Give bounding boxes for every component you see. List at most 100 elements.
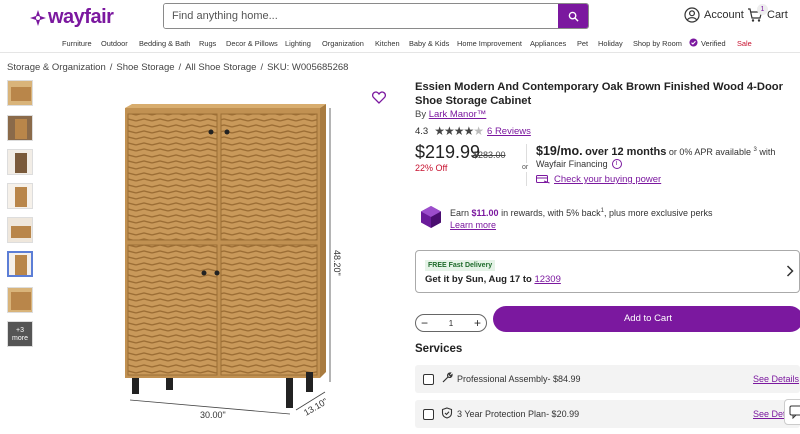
finance-with: with xyxy=(759,147,776,157)
breadcrumb-separator: / xyxy=(260,62,264,73)
breadcrumb-separator: / xyxy=(109,62,113,73)
add-to-cart-button[interactable]: Add to Cart xyxy=(493,306,800,332)
finance-apr: or 0% APR available xyxy=(668,147,751,157)
rewards-text-post: , plus more exclusive perks xyxy=(603,208,713,218)
service-checkbox[interactable] xyxy=(423,374,434,385)
gallery-thumbnail[interactable] xyxy=(7,183,33,209)
nav-item-kitchen[interactable]: Kitchen xyxy=(375,39,400,48)
nav-item-organization[interactable]: Organization xyxy=(322,39,364,48)
nav-item-verified[interactable]: Verified xyxy=(701,39,726,48)
rewards-learn-more-link[interactable]: Learn more xyxy=(450,220,496,230)
breadcrumb-item[interactable]: Storage & Organization xyxy=(7,62,106,73)
chat-widget-button[interactable] xyxy=(784,399,800,425)
nav-item-decor-pillows[interactable]: Decor & Pillows xyxy=(226,39,278,48)
site-header: wayfair Account 1 Cart xyxy=(0,0,800,34)
delivery-date: Get it by Sun, Aug 17 to xyxy=(425,274,532,285)
financing-offer: $19/mo. over 12 months or 0% APR availab… xyxy=(536,144,775,158)
zip-code-link[interactable]: 12309 xyxy=(534,274,560,285)
search-button[interactable] xyxy=(558,4,588,28)
discount-label: 22% Off xyxy=(415,163,448,173)
reviews-link[interactable]: 6 Reviews xyxy=(487,126,531,137)
nav-item-outdoor[interactable]: Outdoor xyxy=(101,39,128,48)
financing-provider-row: Wayfair Financing i xyxy=(536,159,622,169)
quantity-stepper: − 1 + xyxy=(415,314,487,332)
dimension-width-label: 30.00" xyxy=(200,410,226,420)
finance-provider: Wayfair Financing xyxy=(536,159,608,169)
or-label: or xyxy=(522,163,529,172)
buying-power-row: Check your buying power xyxy=(536,174,661,185)
nav-item-appliances[interactable]: Appliances xyxy=(530,39,566,48)
service-label: Professional Assembly- $84.99 xyxy=(457,374,581,384)
nav-item-rugs[interactable]: Rugs xyxy=(199,39,216,48)
breadcrumb-separator: / xyxy=(178,62,182,73)
logo-text: wayfair xyxy=(48,6,114,28)
nav-item-pet[interactable]: Pet xyxy=(577,39,588,48)
decrease-quantity-button[interactable]: − xyxy=(421,317,428,329)
wayfair-logo[interactable]: wayfair xyxy=(30,6,114,29)
breadcrumb: Storage & Organization / Shoe Storage / All … xyxy=(7,62,348,73)
wrench-icon xyxy=(442,372,453,383)
finance-footnote: 3 xyxy=(753,147,757,153)
cart-count-badge: 1 xyxy=(757,4,768,15)
service-checkbox[interactable] xyxy=(423,409,434,420)
gallery-thumbnail[interactable] xyxy=(7,217,33,243)
increase-quantity-button[interactable]: + xyxy=(474,317,481,329)
product-title: Essien Modern And Contemporary Oak Brown… xyxy=(415,81,783,107)
product-rating: 4.3 ★★★★★ 6 Reviews xyxy=(415,124,531,138)
service-option-protection: 3 Year Protection Plan- $20.99 See Deta xyxy=(415,400,800,428)
by-label: By xyxy=(415,109,427,120)
nav-item-sale[interactable]: Sale xyxy=(737,39,752,48)
gallery-thumbnail[interactable] xyxy=(7,149,33,175)
rewards-gem-icon xyxy=(421,206,441,228)
rewards-banner: Earn $11.00 in rewards, with 5% back1, p… xyxy=(420,205,713,231)
shoe-cabinet-illustration: 30.00" 48.20" 13.10" xyxy=(125,104,342,420)
service-label: 3 Year Protection Plan- $20.99 xyxy=(457,409,580,419)
brand-link[interactable]: Lark Manor™ xyxy=(429,109,487,120)
info-icon[interactable]: i xyxy=(611,159,622,169)
gallery-thumbnail[interactable] xyxy=(7,115,33,141)
delivery-estimate: Get it by Sun, Aug 17 to 12309 xyxy=(425,274,561,285)
quantity-value[interactable]: 1 xyxy=(449,319,453,328)
delivery-card[interactable]: FREE Fast Delivery Get it by Sun, Aug 17… xyxy=(415,250,800,293)
rewards-text-mid: in rewards, with 5% back xyxy=(501,208,601,218)
rating-stars-icon: ★★★★★ xyxy=(434,124,484,138)
product-main-image[interactable]: 30.00" 48.20" 13.10" xyxy=(120,100,350,420)
account-icon xyxy=(684,7,700,23)
category-nav: Furniture Outdoor Bedding & Bath Rugs De… xyxy=(0,35,800,53)
nav-item-furniture[interactable]: Furniture xyxy=(62,39,92,48)
shield-icon xyxy=(441,407,453,419)
product-brand: By Lark Manor™ xyxy=(415,109,486,120)
sale-price: $219.99 xyxy=(415,142,481,162)
gallery-more-button[interactable]: +3 more xyxy=(7,321,33,347)
finance-monthly: $19/mo. xyxy=(536,144,583,158)
gallery-thumbnail-selected[interactable] xyxy=(7,251,33,277)
account-button[interactable]: Account xyxy=(684,7,744,23)
search-input[interactable] xyxy=(164,4,558,28)
rewards-amount: $11.00 xyxy=(471,208,499,218)
original-price: $283.00 xyxy=(473,150,506,160)
see-details-link[interactable]: See Details xyxy=(753,374,799,384)
dimension-depth-label: 13.10" xyxy=(302,396,329,418)
breadcrumb-item[interactable]: Shoe Storage xyxy=(116,62,174,73)
dimension-height-label: 48.20" xyxy=(332,250,342,276)
account-label: Account xyxy=(704,9,744,21)
nav-item-lighting[interactable]: Lighting xyxy=(285,39,311,48)
check-buying-power-link[interactable]: Check your buying power xyxy=(554,174,661,185)
nav-item-holiday[interactable]: Holiday xyxy=(598,39,623,48)
services-heading: Services xyxy=(415,343,463,355)
breadcrumb-item[interactable]: All Shoe Storage xyxy=(185,62,256,73)
chat-icon xyxy=(789,405,800,419)
cart-button[interactable]: 1 Cart xyxy=(747,4,788,23)
breadcrumb-sku: SKU: W005685268 xyxy=(267,62,349,73)
nav-item-shop-by-room[interactable]: Shop by Room xyxy=(633,39,682,48)
nav-item-baby-kids[interactable]: Baby & Kids xyxy=(409,39,449,48)
favorite-heart-icon[interactable] xyxy=(372,91,386,104)
gallery-thumbnail[interactable] xyxy=(7,287,33,313)
search-bar xyxy=(163,3,589,29)
nav-item-home-improvement[interactable]: Home Improvement xyxy=(457,39,522,48)
nav-item-bedding-bath[interactable]: Bedding & Bath xyxy=(139,39,190,48)
cart-label: Cart xyxy=(767,9,788,21)
logo-pinwheel-icon xyxy=(30,9,46,26)
nav-verified-icon xyxy=(689,38,698,49)
gallery-thumbnail[interactable] xyxy=(7,80,33,106)
